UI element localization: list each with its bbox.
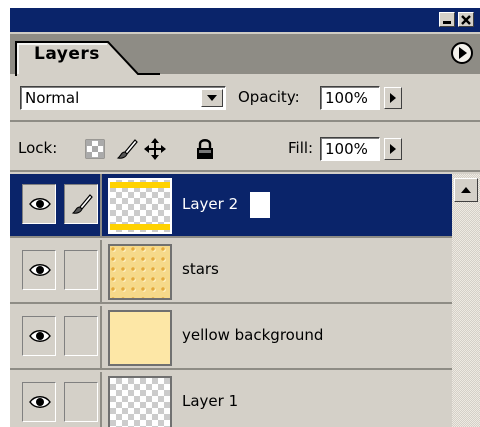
lock-all-icon[interactable] <box>194 138 216 160</box>
panel-menu-icon[interactable] <box>451 42 473 64</box>
eye-icon <box>29 396 51 408</box>
layer-thumbnail[interactable] <box>106 176 174 236</box>
layers-panel: Layers Normal Opacity: 100% Lock: Fill: … <box>10 8 480 427</box>
opacity-value: 100% <box>325 89 368 107</box>
lock-label: Lock: <box>18 139 58 157</box>
layer-name: Layer 1 <box>182 392 239 410</box>
fill-slider-arrow-icon[interactable] <box>384 138 402 160</box>
fill-label: Fill: <box>288 139 314 157</box>
layer-name-text: Layer 2 <box>178 192 250 218</box>
layer-link-toggle[interactable] <box>64 316 98 356</box>
fill-field[interactable]: 100% <box>320 137 380 161</box>
lock-move-icon[interactable] <box>144 138 166 160</box>
thumbnail-yellow-bar <box>110 224 170 230</box>
eye-icon <box>29 264 51 276</box>
minimize-icon[interactable] <box>439 12 455 27</box>
blend-row: Normal Opacity: 100% <box>10 74 480 122</box>
layer-row-yellow-background[interactable]: yellow background <box>10 306 452 370</box>
eye-icon <box>29 330 51 342</box>
row-divider <box>100 372 102 427</box>
blend-mode-value: Normal <box>25 89 80 107</box>
tab-layers-label: Layers <box>34 44 100 64</box>
layer-link-toggle[interactable] <box>64 250 98 290</box>
lock-transparency-icon[interactable] <box>84 138 106 160</box>
panel-titlebar <box>10 8 480 32</box>
scroll-up-icon[interactable] <box>454 178 478 202</box>
row-divider <box>100 174 102 238</box>
row-divider <box>100 240 102 304</box>
row-divider <box>100 306 102 370</box>
lock-brush-icon[interactable] <box>116 138 138 160</box>
opacity-field[interactable]: 100% <box>320 86 380 110</box>
layer-row-stars[interactable]: stars <box>10 240 452 304</box>
brush-link-icon <box>71 194 93 214</box>
layer-row-layer-2[interactable]: Layer 2 <box>10 174 452 238</box>
thumbnail-yellow-bar <box>110 182 170 188</box>
blend-mode-select[interactable]: Normal <box>20 86 226 110</box>
fill-value: 100% <box>325 140 368 158</box>
dropdown-arrow-icon[interactable] <box>201 89 223 107</box>
layer-thumbnail[interactable] <box>108 244 172 300</box>
layer-visibility-toggle[interactable] <box>22 184 56 224</box>
opacity-slider-arrow-icon[interactable] <box>384 87 402 109</box>
layer-thumbnail[interactable] <box>108 310 172 366</box>
layer-name: yellow background <box>182 326 324 344</box>
layer-name-input[interactable]: Layer 2 <box>178 192 270 218</box>
layer-row-layer-1[interactable]: Layer 1 <box>10 372 452 427</box>
layer-thumbnail[interactable] <box>108 376 172 427</box>
layer-link-toggle[interactable] <box>64 184 98 224</box>
eye-icon <box>29 198 51 210</box>
layer-link-toggle[interactable] <box>64 382 98 422</box>
layers-list: Layer 2 stars yellow background Layer 1 <box>10 174 452 427</box>
layer-visibility-toggle[interactable] <box>22 316 56 356</box>
panel-tab-row: Layers <box>10 32 480 76</box>
layer-visibility-toggle[interactable] <box>22 250 56 290</box>
lock-row: Lock: Fill: 100% <box>10 124 480 172</box>
layer-visibility-toggle[interactable] <box>22 382 56 422</box>
layer-name: stars <box>182 260 219 278</box>
layers-scrollbar[interactable] <box>452 174 480 427</box>
close-icon[interactable] <box>458 12 474 27</box>
opacity-label: Opacity: <box>238 88 300 106</box>
